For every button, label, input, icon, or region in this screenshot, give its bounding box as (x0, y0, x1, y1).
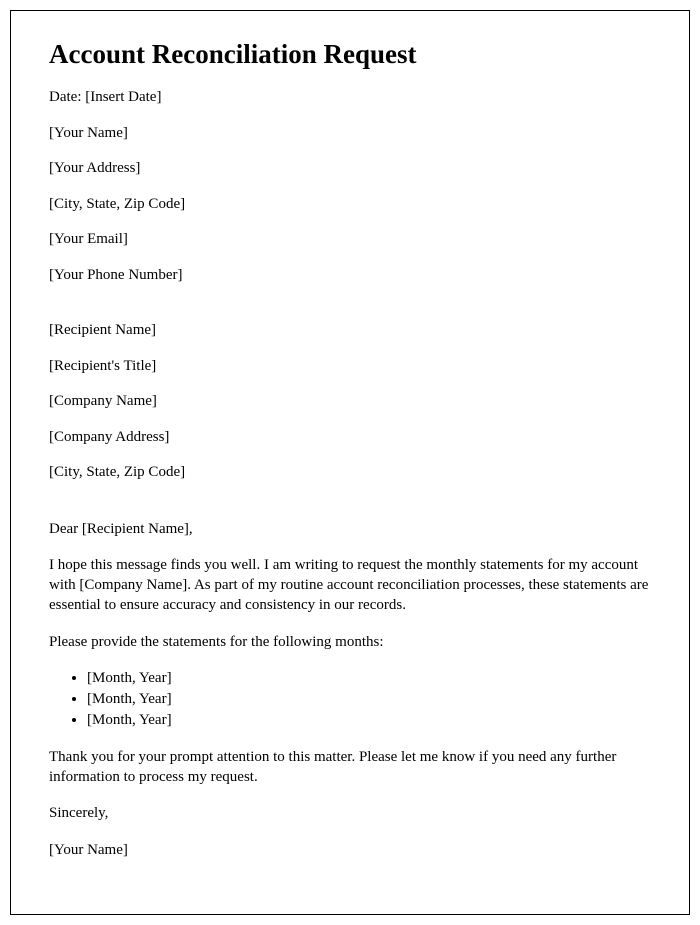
sender-email: [Your Email] (49, 230, 651, 250)
recipient-company: [Company Name] (49, 392, 651, 412)
sender-address: [Your Address] (49, 159, 651, 179)
body-request: Please provide the statements for the fo… (49, 632, 651, 652)
letter-page: Account Reconciliation Request Date: [In… (10, 10, 690, 915)
section-gap (49, 301, 651, 321)
body-intro: I hope this message finds you well. I am… (49, 555, 651, 616)
date-line: Date: [Insert Date] (49, 88, 651, 108)
recipient-city-state-zip: [City, State, Zip Code] (49, 463, 651, 483)
list-item: [Month, Year] (87, 710, 651, 731)
recipient-address: [Company Address] (49, 428, 651, 448)
recipient-title: [Recipient's Title] (49, 357, 651, 377)
section-gap (49, 499, 651, 519)
page-title: Account Reconciliation Request (49, 39, 651, 70)
list-item: [Month, Year] (87, 689, 651, 710)
body-closing: Thank you for your prompt attention to t… (49, 747, 651, 788)
sender-phone: [Your Phone Number] (49, 266, 651, 286)
salutation: Dear [Recipient Name], (49, 519, 651, 539)
sender-name: [Your Name] (49, 124, 651, 144)
months-list: [Month, Year] [Month, Year] [Month, Year… (87, 668, 651, 731)
signature: [Your Name] (49, 840, 651, 860)
sender-city-state-zip: [City, State, Zip Code] (49, 195, 651, 215)
signoff: Sincerely, (49, 803, 651, 823)
recipient-name: [Recipient Name] (49, 321, 651, 341)
list-item: [Month, Year] (87, 668, 651, 689)
